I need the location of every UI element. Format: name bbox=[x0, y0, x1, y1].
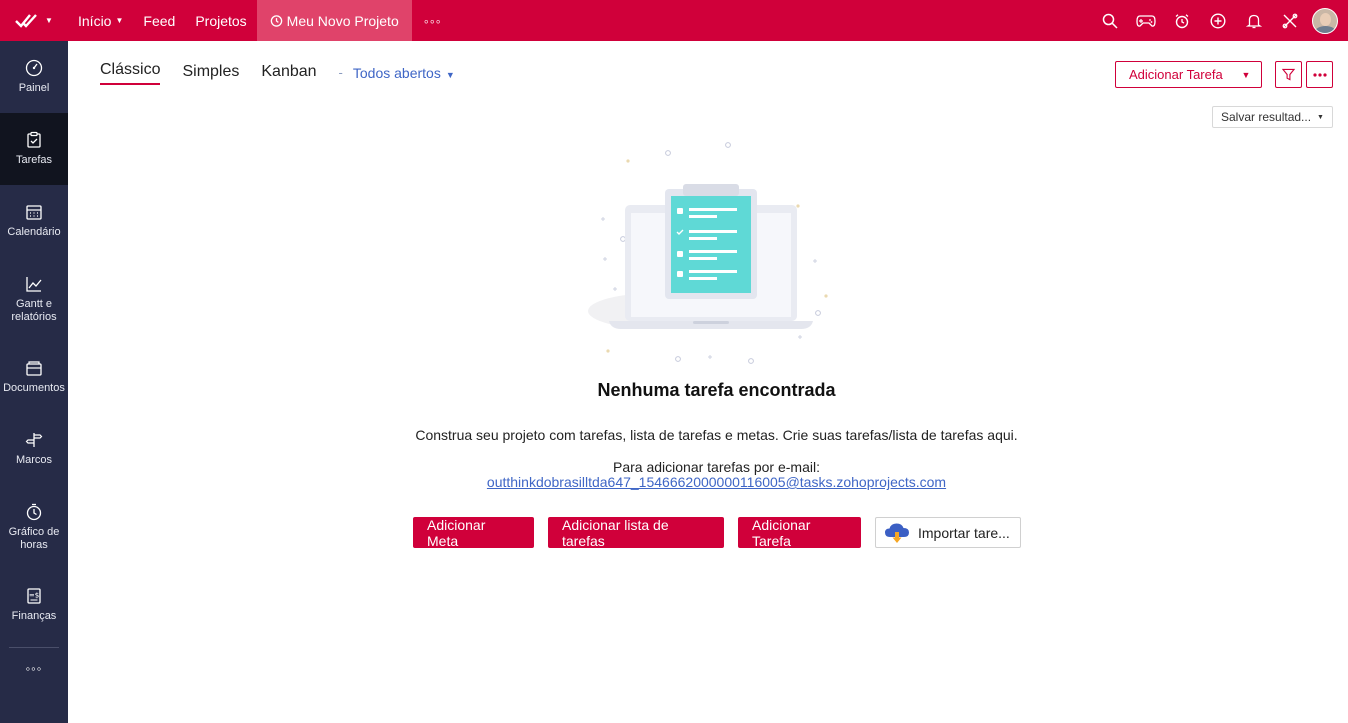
sidebar-item-painel[interactable]: Painel bbox=[0, 41, 68, 113]
view-separator: - bbox=[338, 65, 343, 80]
sidebar-item-label: Calendário bbox=[7, 226, 61, 238]
empty-tasks-illustration bbox=[588, 142, 828, 364]
bell-icon bbox=[1246, 14, 1262, 28]
top-bar: ▼ Início ▼ Feed Projetos Meu Novo Projet… bbox=[0, 0, 1348, 41]
cloud-download-icon bbox=[885, 523, 909, 543]
chevron-down-icon: ▼ bbox=[115, 16, 124, 25]
more-options-button[interactable] bbox=[1306, 61, 1333, 88]
notifications-button[interactable] bbox=[1236, 0, 1272, 41]
import-tasks-label: Importar tare... bbox=[918, 524, 1010, 541]
tab-simples[interactable]: Simples bbox=[182, 63, 239, 85]
import-tasks-button[interactable]: Importar tare... bbox=[875, 517, 1021, 548]
sidebar-item-label: Documentos bbox=[3, 382, 65, 394]
sidebar-item-calendario[interactable]: Calendário bbox=[0, 185, 68, 257]
plus-circle-icon bbox=[1210, 12, 1226, 29]
tools-icon bbox=[1282, 13, 1298, 28]
sidebar-item-tarefas[interactable]: Tarefas bbox=[0, 113, 68, 185]
active-project-label: Meu Novo Projeto bbox=[286, 12, 399, 29]
sidebar-item-marcos[interactable]: Marcos bbox=[0, 413, 68, 485]
add-task-split-button[interactable]: Adicionar Tarefa ▼ bbox=[1115, 61, 1262, 88]
quick-add-button[interactable] bbox=[1200, 0, 1236, 41]
save-results-label: Salvar resultad... bbox=[1221, 110, 1312, 124]
add-task-button[interactable]: Adicionar Tarefa bbox=[738, 517, 861, 549]
sidebar-item-label: Marcos bbox=[15, 454, 53, 466]
sidebar-item-label: Gráfico de horas bbox=[8, 525, 60, 551]
nav-projetos-label: Projetos bbox=[195, 12, 247, 29]
top-icons bbox=[1092, 0, 1338, 41]
calendar-icon bbox=[26, 205, 42, 220]
sidebar-item-documentos[interactable]: Documentos bbox=[0, 341, 68, 413]
signpost-icon bbox=[25, 433, 43, 447]
games-button[interactable] bbox=[1128, 0, 1164, 41]
chart-icon bbox=[26, 276, 42, 292]
dashboard-icon bbox=[25, 59, 43, 77]
filter-button[interactable] bbox=[1275, 61, 1302, 88]
more-dots-icon: ◦◦◦ bbox=[25, 660, 43, 676]
funnel-icon bbox=[1282, 68, 1295, 81]
timer-button[interactable] bbox=[1164, 0, 1200, 41]
more-dots-icon bbox=[1312, 72, 1327, 77]
app-logo-menu[interactable]: ▼ bbox=[0, 0, 68, 41]
alarm-icon bbox=[1175, 13, 1189, 28]
sidebar-more-button[interactable]: ◦◦◦ bbox=[0, 648, 68, 688]
main-content: Clássico Simples Kanban - Todos abertos ▼… bbox=[68, 41, 1348, 723]
documents-icon bbox=[26, 361, 42, 376]
task-email-link[interactable]: outthinkdobrasilltda647_1546662000000116… bbox=[68, 474, 1348, 490]
nav-projetos[interactable]: Projetos bbox=[185, 0, 256, 41]
more-dots-icon: ◦◦◦ bbox=[423, 12, 442, 29]
sidebar-item-gantt[interactable]: Gantt e relatórios bbox=[0, 257, 68, 341]
sidebar-item-label: Finanças bbox=[11, 610, 57, 622]
task-filter-label: Todos abertos bbox=[352, 65, 441, 81]
nav-inicio[interactable]: Início ▼ bbox=[68, 0, 133, 41]
chevron-down-icon: ▼ bbox=[45, 16, 53, 25]
tab-classico[interactable]: Clássico bbox=[100, 61, 161, 85]
add-task-label: Adicionar Tarefa bbox=[1129, 67, 1223, 82]
sidebar: Painel Tarefas Calendário Gantt e relató… bbox=[0, 41, 68, 723]
sidebar-item-label: Tarefas bbox=[15, 154, 53, 166]
svg-text:=$: =$ bbox=[29, 592, 39, 600]
sidebar-item-label: Painel bbox=[18, 82, 50, 94]
clipboard-icon bbox=[27, 131, 41, 148]
chevron-down-icon[interactable]: ▼ bbox=[1231, 70, 1261, 80]
sidebar-item-financas[interactable]: =$ Finanças bbox=[0, 569, 68, 641]
empty-state-actions: Adicionar Meta Adicionar lista de tarefa… bbox=[413, 517, 1021, 549]
add-milestone-button[interactable]: Adicionar Meta bbox=[413, 517, 534, 549]
nav-feed-label: Feed bbox=[143, 12, 176, 29]
email-add-label: Para adicionar tarefas por e-mail: bbox=[613, 459, 820, 475]
finance-icon: =$ bbox=[27, 588, 41, 604]
search-icon bbox=[1102, 13, 1118, 29]
sidebar-item-label: Gantt e relatórios bbox=[11, 297, 57, 323]
nav-inicio-label: Início bbox=[78, 12, 112, 29]
view-tabs: Clássico Simples Kanban - Todos abertos ▼ bbox=[100, 61, 455, 85]
double-check-logo-icon bbox=[15, 13, 37, 28]
timer-icon bbox=[270, 15, 282, 27]
save-results-dropdown[interactable]: Salvar resultad... ▼ bbox=[1212, 106, 1333, 128]
nav-feed[interactable]: Feed bbox=[133, 0, 185, 41]
timer-icon bbox=[26, 503, 42, 520]
user-avatar[interactable] bbox=[1312, 7, 1338, 34]
task-filter-dropdown[interactable]: Todos abertos ▼ bbox=[353, 65, 455, 85]
search-button[interactable] bbox=[1092, 0, 1128, 41]
empty-state-description: Construa seu projeto com tarefas, lista … bbox=[415, 427, 1018, 443]
empty-state-title: Nenhuma tarefa encontrada bbox=[597, 380, 836, 400]
gamepad-icon bbox=[1136, 14, 1156, 27]
nav-more-button[interactable]: ◦◦◦ bbox=[412, 0, 454, 41]
chevron-down-icon: ▼ bbox=[445, 70, 455, 80]
chevron-down-icon: ▼ bbox=[1317, 113, 1324, 121]
nav-active-project[interactable]: Meu Novo Projeto bbox=[256, 0, 412, 41]
settings-button[interactable] bbox=[1272, 0, 1308, 41]
sidebar-item-grafico-horas[interactable]: Gráfico de horas bbox=[0, 485, 68, 569]
tab-kanban[interactable]: Kanban bbox=[261, 63, 316, 85]
add-tasklist-button[interactable]: Adicionar lista de tarefas bbox=[548, 517, 724, 549]
